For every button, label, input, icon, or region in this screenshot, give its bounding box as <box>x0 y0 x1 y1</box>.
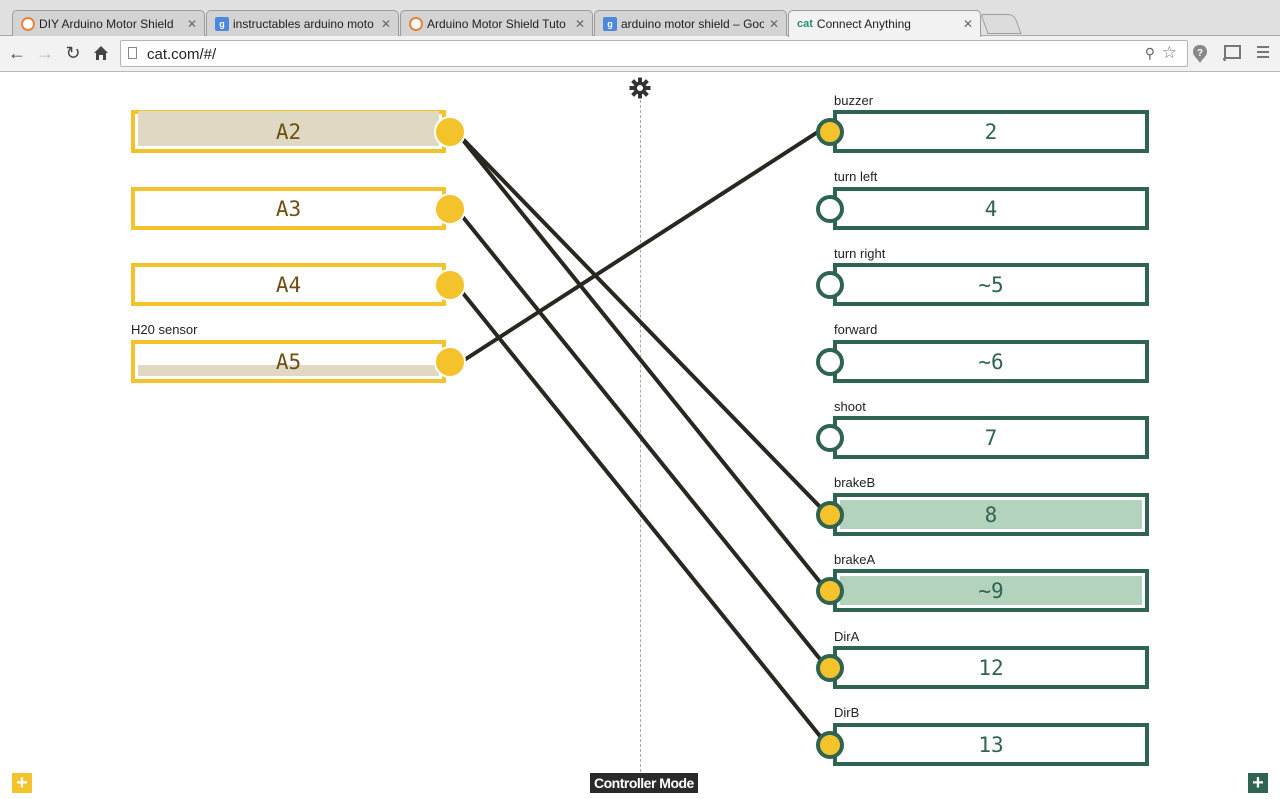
pin-label-a5: H20 sensor <box>131 322 198 337</box>
digital-pin-6[interactable]: ~6 <box>833 340 1149 383</box>
browser-toolbar: ← → ↻ cat.com/#/ ⚲ ☆ ? <box>0 36 1280 72</box>
browser-tab-diy-arduino-motor-shield[interactable]: DIY Arduino Motor Shield ✕ <box>12 10 205 36</box>
menu-icon[interactable] <box>1252 44 1274 65</box>
browser-tab-instructables-search[interactable]: g instructables arduino moto ✕ <box>206 10 399 36</box>
tab-title: Arduino Motor Shield Tuto <box>427 16 566 31</box>
page-icon <box>128 47 137 59</box>
digital-pin-12[interactable]: 12 <box>833 646 1149 689</box>
pin-id: 13 <box>978 732 1004 757</box>
connector-8[interactable] <box>816 501 844 529</box>
new-tab-button[interactable] <box>980 14 1022 34</box>
digital-pin-9[interactable]: ~9 <box>833 569 1149 612</box>
google-icon: g <box>603 16 617 31</box>
connector-12[interactable] <box>816 654 844 682</box>
pin-id: ~6 <box>978 349 1004 374</box>
tab-title: Connect Anything <box>816 17 911 31</box>
pin-label-6: forward <box>834 322 878 337</box>
digital-pin-8[interactable]: 8 <box>833 493 1149 536</box>
pin-label-8: brakeB <box>834 475 876 490</box>
instructables-icon <box>21 16 35 31</box>
digital-pin-13[interactable]: 13 <box>833 723 1149 766</box>
connector-2[interactable] <box>816 118 844 146</box>
address-bar[interactable]: cat.com/#/ ⚲ ☆ <box>120 40 1188 67</box>
help-icon[interactable]: ? <box>1189 44 1211 69</box>
pin-label-12: DirA <box>834 629 860 644</box>
pin-id: ~5 <box>978 272 1004 297</box>
search-icon: ⚲ <box>1144 45 1155 61</box>
close-tab-icon[interactable]: ✕ <box>380 17 392 31</box>
connector-a2[interactable] <box>434 116 466 148</box>
digital-pin-7[interactable]: 7 <box>833 416 1149 459</box>
home-icon[interactable] <box>90 42 112 64</box>
pin-id: 8 <box>984 502 998 527</box>
wire-a2-to-9[interactable] <box>456 132 826 589</box>
pin-id: 4 <box>984 196 998 221</box>
close-tab-icon[interactable]: ✕ <box>574 17 586 31</box>
connector-6[interactable] <box>816 348 844 376</box>
pin-label-9: brakeA <box>834 552 876 567</box>
browser-tab-connect-anything[interactable]: cat Connect Anything ✕ <box>788 10 981 37</box>
analog-pin-a3[interactable]: A3 <box>131 187 446 230</box>
add-analog-pin-button[interactable]: + <box>12 773 32 793</box>
cast-icon[interactable] <box>1221 44 1243 67</box>
tab-title: instructables arduino moto <box>233 16 374 31</box>
browser-tab-google-search[interactable]: g arduino motor shield – Goo ✕ <box>594 10 787 36</box>
pin-label-4: turn left <box>834 169 878 184</box>
pin-id: ~9 <box>978 578 1004 603</box>
pin-id: 2 <box>984 119 998 144</box>
forward-icon[interactable]: → <box>34 42 56 64</box>
url-text: cat.com/#/ <box>147 46 217 63</box>
wire-a3-to-12[interactable] <box>456 209 826 666</box>
svg-text:?: ? <box>1197 48 1203 59</box>
controller-mode-toggle[interactable]: Controller Mode <box>590 773 698 793</box>
app-canvas: A2 A3 A4 H20 sensor A5 buzzer 2 turn lef… <box>0 72 1280 799</box>
tab-strip: DIY Arduino Motor Shield ✕ g instructabl… <box>0 0 1280 37</box>
connector-13[interactable] <box>816 731 844 759</box>
connector-5[interactable] <box>816 271 844 299</box>
browser-window: DIY Arduino Motor Shield ✕ g instructabl… <box>0 0 1280 72</box>
wire-a2-to-8[interactable] <box>456 132 826 513</box>
connector-a5[interactable] <box>434 346 466 378</box>
wire-a5-to-2[interactable] <box>456 126 826 366</box>
bookmark-star-icon[interactable]: ☆ <box>1162 43 1177 63</box>
pin-id: 7 <box>984 425 998 450</box>
analog-pin-a4[interactable]: A4 <box>131 263 446 306</box>
close-tab-icon[interactable]: ✕ <box>768 17 780 31</box>
pin-id: A3 <box>275 196 302 221</box>
pin-id: A4 <box>275 272 302 297</box>
connector-a3[interactable] <box>434 193 466 225</box>
wire-a4-to-13[interactable] <box>456 285 826 743</box>
connector-9[interactable] <box>816 577 844 605</box>
tab-title: DIY Arduino Motor Shield <box>39 16 174 31</box>
add-digital-pin-button[interactable]: + <box>1248 773 1268 793</box>
connector-a4[interactable] <box>434 269 466 301</box>
browser-tab-arduino-motor-shield-tutorial[interactable]: Arduino Motor Shield Tuto ✕ <box>400 10 593 36</box>
connector-7[interactable] <box>816 424 844 452</box>
close-tab-icon[interactable]: ✕ <box>962 17 974 31</box>
connector-4[interactable] <box>816 195 844 223</box>
close-tab-icon[interactable]: ✕ <box>186 17 198 31</box>
pin-id: A2 <box>275 119 302 144</box>
pin-label-5: turn right <box>834 246 886 261</box>
reload-icon[interactable]: ↻ <box>62 42 84 64</box>
analog-pin-a2[interactable]: A2 <box>131 110 446 153</box>
instructables-icon <box>409 16 423 31</box>
pin-label-7: shoot <box>834 399 866 414</box>
analog-pin-a5[interactable]: A5 <box>131 340 446 383</box>
back-icon[interactable]: ← <box>6 42 28 64</box>
pin-label-13: DirB <box>834 705 860 720</box>
google-icon: g <box>215 16 229 31</box>
pin-id: 12 <box>978 655 1004 680</box>
digital-pin-2[interactable]: 2 <box>833 110 1149 153</box>
pin-label-2: buzzer <box>834 93 874 108</box>
digital-pin-4[interactable]: 4 <box>833 187 1149 230</box>
cat-icon: cat <box>797 18 813 30</box>
digital-pin-5[interactable]: ~5 <box>833 263 1149 306</box>
pin-id: A5 <box>275 349 302 374</box>
tab-title: arduino motor shield – Goo <box>621 16 764 31</box>
